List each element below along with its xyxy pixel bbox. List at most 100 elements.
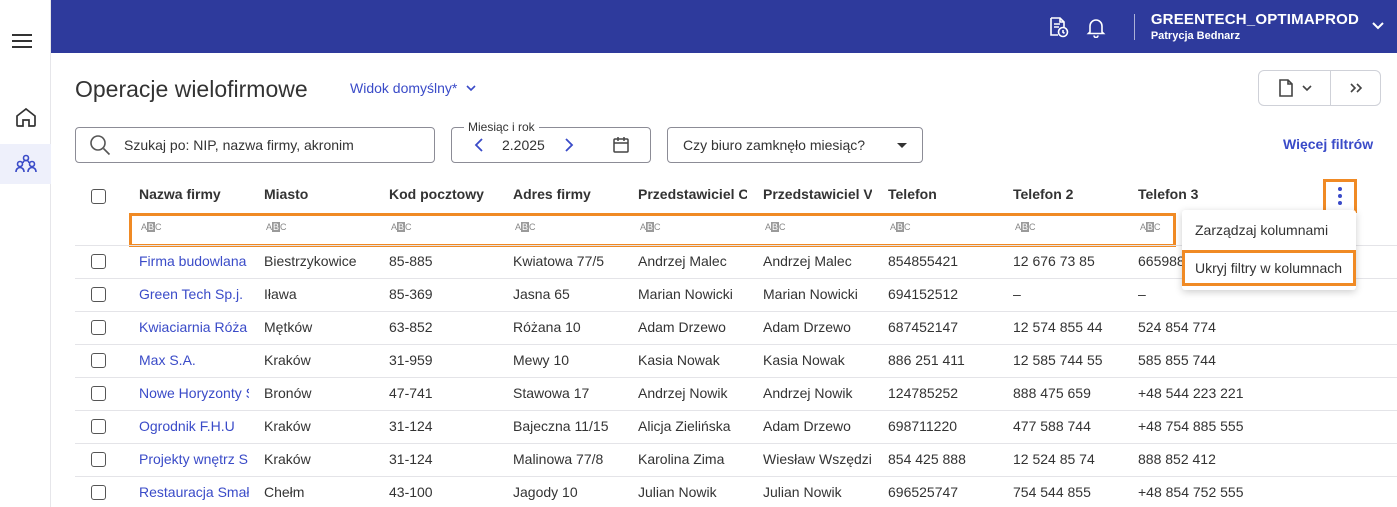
cell-phone-2: 477 588 744 <box>1013 418 1091 434</box>
office-closed-select[interactable]: Czy biuro zamknęło miesiąc? <box>667 127 923 163</box>
column-filter-text-icon[interactable]: ABC <box>640 222 661 232</box>
caret-down-icon <box>897 142 907 148</box>
column-header-company[interactable]: Nazwa firmy <box>139 186 254 206</box>
search-field[interactable] <box>75 127 435 163</box>
calendar-icon[interactable] <box>612 136 630 154</box>
cell-company[interactable]: Green Tech Sp.j. <box>139 286 249 302</box>
cell-address: Różana 10 <box>513 319 581 335</box>
company-switcher[interactable]: GREENTECH_OPTIMAPROD Patrycja Bednarz <box>1151 11 1359 42</box>
row-checkbox[interactable] <box>91 320 106 335</box>
column-filter-text-icon[interactable]: ABC <box>765 222 786 232</box>
cell-representative-ci: Kasia Nowak <box>638 352 720 368</box>
cell-city: Kraków <box>264 418 311 434</box>
company-name: GREENTECH_OPTIMAPROD <box>1150 11 1359 28</box>
cell-phone: 698711220 <box>888 418 958 434</box>
chevron-left-icon[interactable] <box>472 137 486 153</box>
cell-company[interactable]: Nowe Horyzonty S <box>139 385 249 401</box>
view-selector[interactable]: Widok domyślny* <box>350 80 477 96</box>
row-divider <box>75 443 1397 444</box>
cell-phone-3: 585 855 744 <box>1138 352 1216 368</box>
cell-phone: 854855421 <box>888 253 959 269</box>
cell-company[interactable]: Projekty wnętrz S <box>139 451 249 467</box>
cell-phone: 854 425 888 <box>888 451 966 467</box>
cell-postal-code: 31-959 <box>389 352 433 368</box>
column-header-representative-ci[interactable]: Przedstawiciel CI <box>638 186 747 206</box>
cell-city: Kraków <box>264 352 311 368</box>
cell-company[interactable]: Kwiaciarnia Róża <box>139 319 249 335</box>
cell-representative-ci: Alicja Zielińska <box>638 418 731 434</box>
more-filters-link[interactable]: Więcej filtrów <box>1283 136 1373 152</box>
cell-city: Mętków <box>264 319 313 335</box>
row-checkbox[interactable] <box>91 485 106 500</box>
cell-city: Chełm <box>264 484 305 500</box>
cell-postal-code: 31-124 <box>389 451 433 467</box>
expand-panel-button[interactable] <box>1331 71 1380 105</box>
cell-company[interactable]: Restauracja Smał <box>139 484 249 500</box>
column-filter-text-icon[interactable]: ABC <box>890 222 911 232</box>
row-checkbox[interactable] <box>91 254 106 269</box>
row-checkbox[interactable] <box>91 287 106 302</box>
cell-representative-ci: Andrzej Malec <box>638 253 727 269</box>
double-chevron-right-icon <box>1349 83 1362 93</box>
cell-company[interactable]: Ogrodnik F.H.U <box>139 418 249 434</box>
column-header-representative-va[interactable]: Przedstawiciel VA <box>763 186 872 206</box>
cell-representative-ci: Marian Nowicki <box>638 286 733 302</box>
row-checkbox[interactable] <box>91 452 106 467</box>
home-icon[interactable] <box>0 97 51 137</box>
cell-phone: 124785252 <box>888 385 959 401</box>
row-divider <box>75 311 1397 312</box>
user-name: Patrycja Bednarz <box>1150 30 1241 42</box>
hamburger-menu-icon[interactable] <box>12 34 32 50</box>
column-filter-text-icon[interactable]: ABC <box>141 222 162 232</box>
month-year-picker[interactable]: Miesiąc i rok 2.2025 <box>451 120 651 163</box>
column-filter-text-icon[interactable]: ABC <box>515 222 536 232</box>
document-clock-icon[interactable] <box>1046 15 1070 39</box>
cell-company[interactable]: Max S.A. <box>139 352 249 368</box>
chevron-right-icon[interactable] <box>562 137 576 153</box>
cell-representative-ci: Julian Nowik <box>638 484 717 500</box>
search-icon <box>90 135 111 156</box>
column-filter-text-icon[interactable]: ABC <box>391 222 412 232</box>
cell-representative-va: Julian Nowik <box>763 484 842 500</box>
cell-representative-va: Adam Drzewo <box>763 319 851 335</box>
column-header-phone-2[interactable]: Telefon 2 <box>1013 186 1128 206</box>
row-checkbox[interactable] <box>91 353 106 368</box>
export-button[interactable] <box>1259 71 1331 105</box>
month-year-label: Miesiąc i rok <box>464 120 539 134</box>
cell-postal-code: 85-885 <box>389 253 433 269</box>
chevron-down-icon[interactable] <box>1371 18 1385 36</box>
column-filter-text-icon[interactable]: ABC <box>1140 222 1161 232</box>
cell-representative-ci: Adam Drzewo <box>638 319 726 335</box>
cell-phone-3: 888 852 412 <box>1138 451 1216 467</box>
column-header-address[interactable]: Adres firmy <box>513 186 628 206</box>
column-header-phone-3[interactable]: Telefon 3 <box>1138 186 1253 206</box>
column-filter-text-icon[interactable]: ABC <box>1015 222 1036 232</box>
sidebar <box>0 0 51 507</box>
column-header-postal-code[interactable]: Kod pocztowy <box>389 186 504 206</box>
cell-phone-2: 12 524 85 74 <box>1013 451 1095 467</box>
top-bar: GREENTECH_OPTIMAPROD Patrycja Bednarz <box>0 0 1397 53</box>
toolbar-button-group <box>1258 70 1381 106</box>
cell-phone-2: – <box>1013 286 1021 302</box>
row-checkbox[interactable] <box>91 419 106 434</box>
row-checkbox[interactable] <box>91 386 106 401</box>
hide-column-filters-menu-item[interactable]: Ukryj filtry w kolumnach <box>1182 250 1356 286</box>
bell-icon[interactable] <box>1084 15 1108 39</box>
multi-company-icon[interactable] <box>0 144 51 184</box>
cell-representative-va: Kasia Nowak <box>763 352 845 368</box>
cell-representative-va: Andrzej Nowik <box>763 385 853 401</box>
cell-company[interactable]: Firma budowlana <box>139 253 249 269</box>
cell-city: Kraków <box>264 451 311 467</box>
cell-representative-ci: Karolina Zima <box>638 451 725 467</box>
select-all-checkbox[interactable] <box>91 189 106 204</box>
manage-columns-menu-item[interactable]: Zarządzaj kolumnami <box>1182 212 1356 248</box>
cell-address: Stawowa 17 <box>513 385 590 401</box>
cell-phone-3: +48 854 752 555 <box>1138 484 1244 500</box>
column-header-city[interactable]: Miasto <box>264 186 379 206</box>
column-header-phone[interactable]: Telefon <box>888 186 1003 206</box>
column-filter-text-icon[interactable]: ABC <box>266 222 287 232</box>
chevron-down-icon <box>466 85 476 92</box>
search-input[interactable] <box>124 137 424 153</box>
column-options-kebab-icon[interactable] <box>1323 179 1357 213</box>
cell-phone-3: 524 854 774 <box>1138 319 1216 335</box>
